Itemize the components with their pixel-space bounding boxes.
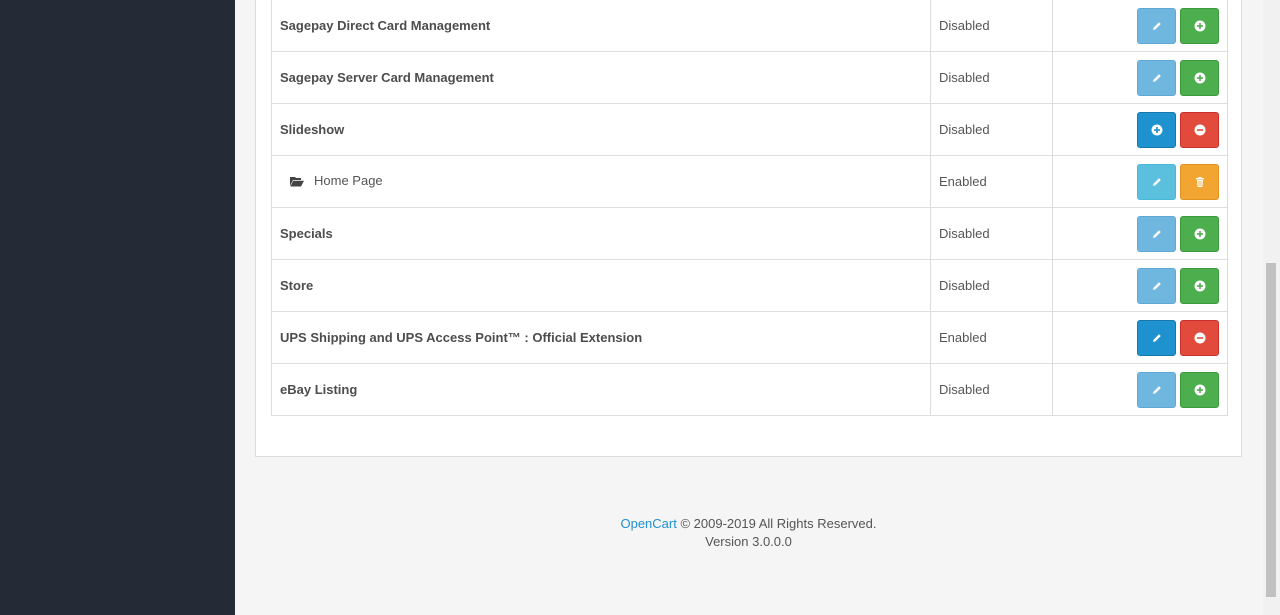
install-button[interactable] [1180, 215, 1219, 252]
module-child-item: Home Page [280, 173, 383, 188]
extension-name: eBay Listing [280, 382, 358, 397]
status-cell: Enabled [930, 155, 1053, 208]
action-cell [1052, 155, 1228, 208]
action-cell [1052, 207, 1228, 260]
pencil-icon [1151, 332, 1163, 344]
plus-circle-icon [1194, 20, 1206, 32]
status-cell: Disabled [930, 103, 1053, 156]
uninstall-button[interactable] [1180, 319, 1219, 356]
extension-name: Specials [280, 226, 333, 241]
extension-name-cell: Home Page [271, 155, 931, 208]
table-row: Sagepay Direct Card Management Disabled [271, 0, 1228, 52]
footer-copyright-line: OpenCart © 2009-2019 All Rights Reserved… [255, 515, 1242, 533]
extension-name-cell: UPS Shipping and UPS Access Point™ : Off… [271, 311, 931, 364]
action-cell [1052, 259, 1228, 312]
action-cell [1052, 103, 1228, 156]
status-text: Disabled [939, 278, 990, 293]
extension-name-cell: Sagepay Direct Card Management [271, 0, 931, 52]
pencil-icon [1151, 384, 1163, 396]
delete-button[interactable] [1180, 163, 1219, 200]
extension-name-cell: Slideshow [271, 103, 931, 156]
edit-button[interactable] [1137, 163, 1176, 200]
edit-button[interactable] [1137, 59, 1176, 96]
folder-open-icon [290, 175, 304, 187]
status-text: Enabled [939, 174, 987, 189]
pencil-icon [1151, 72, 1163, 84]
edit-button[interactable] [1137, 267, 1176, 304]
status-text: Disabled [939, 18, 990, 33]
install-button[interactable] [1180, 371, 1219, 408]
opencart-link[interactable]: OpenCart [620, 516, 676, 531]
status-cell: Disabled [930, 207, 1053, 260]
version-text: Version 3.0.0.0 [705, 534, 792, 549]
pencil-icon [1151, 176, 1163, 188]
table-row: Slideshow Disabled [271, 103, 1228, 156]
minus-circle-icon [1194, 332, 1206, 344]
extension-name: Store [280, 278, 314, 293]
extension-name: Sagepay Direct Card Management [280, 18, 491, 33]
action-cell [1052, 363, 1228, 416]
trash-icon [1194, 176, 1206, 188]
status-cell: Disabled [930, 0, 1053, 52]
edit-button[interactable] [1137, 215, 1176, 252]
pencil-icon [1151, 280, 1163, 292]
table-row: Store Disabled [271, 259, 1228, 312]
install-button[interactable] [1137, 111, 1176, 148]
scrollbar-thumb[interactable] [1266, 263, 1276, 597]
plus-circle-icon [1194, 72, 1206, 84]
extension-name-cell: eBay Listing [271, 363, 931, 416]
plus-circle-icon [1194, 280, 1206, 292]
table-row: Home Page Enabled [271, 155, 1228, 208]
extension-name: Slideshow [280, 122, 345, 137]
sidebar [0, 0, 235, 615]
table-row: eBay Listing Disabled [271, 363, 1228, 416]
status-text: Enabled [939, 330, 987, 345]
status-cell: Disabled [930, 51, 1053, 104]
plus-circle-icon [1194, 228, 1206, 240]
extension-name: Sagepay Server Card Management [280, 70, 494, 85]
minus-circle-icon [1194, 124, 1206, 136]
plus-circle-icon [1194, 384, 1206, 396]
action-cell [1052, 311, 1228, 364]
table-row: UPS Shipping and UPS Access Point™ : Off… [271, 311, 1228, 364]
install-button[interactable] [1180, 267, 1219, 304]
uninstall-button[interactable] [1180, 111, 1219, 148]
extension-name-cell: Specials [271, 207, 931, 260]
vertical-scrollbar[interactable] [1263, 0, 1280, 615]
status-text: Disabled [939, 226, 990, 241]
status-text: Disabled [939, 70, 990, 85]
install-button[interactable] [1180, 7, 1219, 44]
action-cell [1052, 51, 1228, 104]
edit-button[interactable] [1137, 319, 1176, 356]
pencil-icon [1151, 20, 1163, 32]
copyright-text: © 2009-2019 All Rights Reserved. [676, 516, 877, 531]
install-button[interactable] [1180, 59, 1219, 96]
pencil-icon [1151, 228, 1163, 240]
plus-circle-icon [1151, 124, 1163, 136]
status-text: Disabled [939, 122, 990, 137]
status-cell: Enabled [930, 311, 1053, 364]
extension-name: Home Page [314, 173, 383, 188]
edit-button[interactable] [1137, 371, 1176, 408]
extension-name-cell: Store [271, 259, 931, 312]
edit-button[interactable] [1137, 7, 1176, 44]
status-cell: Disabled [930, 259, 1053, 312]
extension-name: UPS Shipping and UPS Access Point™ : Off… [280, 330, 643, 345]
status-cell: Disabled [930, 363, 1053, 416]
status-text: Disabled [939, 382, 990, 397]
extension-name-cell: Sagepay Server Card Management [271, 51, 931, 104]
table-row: Specials Disabled [271, 207, 1228, 260]
extensions-table: Sagepay Direct Card Management Disabled Sa… [271, 0, 1228, 416]
action-cell [1052, 0, 1228, 52]
table-row: Sagepay Server Card Management Disabled [271, 51, 1228, 104]
footer: OpenCart © 2009-2019 All Rights Reserved… [255, 515, 1242, 551]
